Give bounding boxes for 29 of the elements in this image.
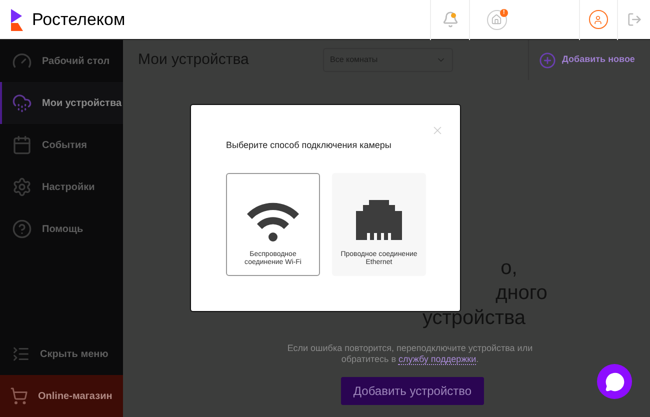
cart-icon	[10, 387, 28, 405]
cloud-icon	[12, 93, 32, 113]
collapse-menu-icon	[12, 345, 30, 363]
support-link[interactable]: службу поддержки	[398, 354, 476, 365]
logo-icon	[10, 8, 24, 30]
collapse-menu-item[interactable]: Скрыть меню	[0, 333, 123, 375]
sidebar-item[interactable]: Помощь	[0, 208, 123, 250]
help-icon	[12, 219, 32, 239]
bell-icon	[442, 11, 459, 28]
shop-item[interactable]: Online-магазин	[0, 375, 123, 417]
plus-circle-icon	[539, 52, 556, 68]
logout-icon	[626, 12, 642, 27]
logo-text: Ростелеком	[32, 8, 126, 31]
sidebar-item[interactable]: Рабочий стол	[0, 40, 123, 82]
user-icon	[593, 14, 604, 24]
home-icon	[491, 14, 502, 25]
sidebar-item[interactable]: Настройки	[0, 166, 123, 208]
ethernet-port-icon	[355, 200, 403, 240]
modal-title: Выберите способ подключения камеры	[226, 139, 392, 152]
chat-icon	[604, 372, 624, 392]
sidebar-item[interactable]: События	[0, 124, 123, 166]
add-device-button[interactable]: Добавить устройство	[341, 377, 484, 405]
settings-icon	[12, 177, 32, 197]
close-button[interactable]	[431, 124, 444, 137]
add-new-link[interactable]: Добавить новое	[539, 52, 635, 68]
hint-text: Если ошибка повторится, переподключите устройства или обратитесь в службу поддержки.	[286, 343, 534, 365]
chat-button[interactable]	[597, 364, 632, 399]
calendar-icon	[12, 135, 32, 155]
sidebar-item[interactable]: Мои устройства	[0, 82, 123, 124]
